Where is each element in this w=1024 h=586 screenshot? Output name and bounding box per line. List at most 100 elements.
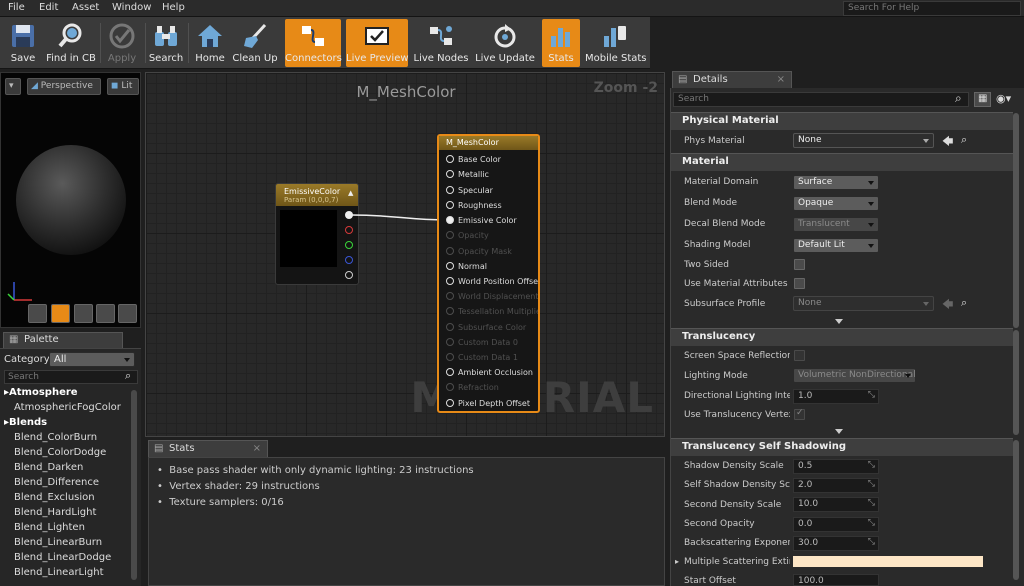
shading-model-dropdown[interactable]: Default Lit: [793, 238, 879, 253]
menu-edit[interactable]: Edit: [39, 2, 58, 13]
input-pin[interactable]: [446, 262, 454, 270]
find-in-cb-button[interactable]: Find in CB: [45, 19, 97, 67]
pin-world-position-offset[interactable]: World Position Offset: [446, 277, 538, 286]
pin-metallic[interactable]: Metallic: [446, 170, 489, 179]
input-pin[interactable]: [446, 201, 454, 209]
pin-specular[interactable]: Specular: [446, 186, 493, 195]
collapse-arrow-icon[interactable]: ▲: [348, 189, 353, 197]
list-item[interactable]: Blend_Exclusion: [14, 492, 95, 503]
input-pin[interactable]: [446, 186, 454, 194]
live-nodes-button[interactable]: Live Nodes: [413, 19, 469, 67]
lit-button[interactable]: ◼ Lit: [107, 78, 139, 95]
clean-up-button[interactable]: Clean Up: [232, 19, 278, 67]
section-translucency[interactable]: Translucency: [671, 328, 1013, 346]
list-item[interactable]: Blend_Lighten: [14, 522, 85, 533]
stats-tab[interactable]: ▤ Stats ×: [148, 440, 268, 457]
section-material[interactable]: Material: [671, 153, 1013, 171]
search-button[interactable]: Search: [147, 19, 185, 67]
expand-arrow-icon[interactable]: ▸: [675, 557, 679, 566]
list-item[interactable]: Blend_HardLight: [14, 507, 96, 518]
browse-search-icon[interactable]: ⌕: [961, 296, 967, 310]
mesh-preview-button[interactable]: [118, 304, 137, 323]
multiple-scattering-extinction-swatch[interactable]: [793, 556, 983, 567]
output-pin-rgb[interactable]: [345, 211, 353, 219]
list-item[interactable]: Blend_Difference: [14, 477, 99, 488]
list-item[interactable]: Blend_Darken: [14, 462, 83, 473]
sphere-preview-button[interactable]: [51, 304, 70, 323]
list-item[interactable]: Blend_LinearLight: [14, 567, 104, 578]
details-scrollbar[interactable]: [1013, 113, 1019, 328]
material-domain-dropdown[interactable]: Surface: [793, 175, 879, 190]
stats-button[interactable]: Stats: [542, 19, 580, 67]
input-pin[interactable]: [446, 155, 454, 163]
grid-icon: ▦: [978, 93, 988, 104]
close-icon[interactable]: ×: [777, 74, 785, 85]
two-sided-checkbox[interactable]: [794, 259, 805, 270]
output-pin-a[interactable]: [345, 271, 353, 279]
cube-preview-button[interactable]: [96, 304, 115, 323]
save-button[interactable]: Save: [3, 19, 43, 67]
palette-scrollbar[interactable]: [131, 390, 137, 580]
section-physical-material[interactable]: Physical Material: [671, 112, 1013, 130]
connectors-button[interactable]: Connectors: [285, 19, 342, 67]
pin-emissive-color[interactable]: Emissive Color: [446, 216, 517, 225]
live-update-button[interactable]: Live Update: [474, 19, 536, 67]
menu-help[interactable]: Help: [162, 2, 185, 13]
output-pin-b[interactable]: [345, 256, 353, 264]
menu-window[interactable]: Window: [112, 2, 151, 13]
use-selected-arrow-icon[interactable]: 🡄: [942, 133, 953, 152]
section-translucency-self-shadowing[interactable]: Translucency Self Shadowing: [671, 438, 1013, 456]
mobile-stats-button[interactable]: Mobile Stats: [585, 19, 647, 67]
expand-advanced-icon[interactable]: [835, 429, 843, 434]
phys-material-dropdown[interactable]: None: [793, 133, 934, 148]
viewport-options-button[interactable]: ▾: [5, 78, 21, 95]
list-item[interactable]: Blend_ColorDodge: [14, 447, 106, 458]
property-matrix-button[interactable]: ▦: [974, 92, 991, 107]
output-pin-r[interactable]: [345, 226, 353, 234]
pin-pixel-depth-offset[interactable]: Pixel Depth Offset: [446, 399, 530, 408]
pin-roughness[interactable]: Roughness: [446, 201, 502, 210]
chevron-down-icon: [868, 244, 874, 248]
pin-base-color[interactable]: Base Color: [446, 155, 501, 164]
live-preview-button[interactable]: Live Preview: [346, 19, 409, 67]
use-material-attributes-checkbox[interactable]: [794, 278, 805, 289]
palette-group-blends[interactable]: ▸Blends: [4, 417, 47, 428]
cylinder-preview-button[interactable]: [28, 304, 47, 323]
drag-handle-icon: ⤡: [867, 498, 875, 508]
list-item[interactable]: AtmosphericFogColor: [14, 402, 121, 413]
input-pin[interactable]: [446, 368, 454, 376]
help-search-input[interactable]: Search For Help: [843, 1, 1021, 16]
apply-button[interactable]: Apply: [102, 19, 142, 67]
details-tab[interactable]: ▤ Details ×: [672, 71, 792, 88]
details-scrollbar[interactable]: [1013, 440, 1019, 580]
menu-asset[interactable]: Asset: [72, 2, 99, 13]
input-pin[interactable]: [446, 277, 454, 285]
eye-icon[interactable]: ◉▾: [996, 92, 1011, 105]
list-item[interactable]: Blend_ColorBurn: [14, 432, 97, 443]
input-pin[interactable]: [446, 399, 454, 407]
palette-group-atmosphere[interactable]: ▸Atmosphere: [4, 387, 78, 398]
output-pin-g[interactable]: [345, 241, 353, 249]
material-graph[interactable]: M_MeshColor Zoom -2 MATERIAL EmissiveCol…: [145, 72, 665, 437]
details-scrollbar[interactable]: [1013, 330, 1019, 435]
menu-file[interactable]: File: [8, 2, 25, 13]
plane-preview-button[interactable]: [74, 304, 93, 323]
expand-advanced-icon[interactable]: [835, 319, 843, 324]
details-search-input[interactable]: Search: [673, 92, 969, 107]
material-output-node[interactable]: M_MeshColor Base Color Metallic Specular…: [437, 134, 540, 413]
browse-search-icon[interactable]: ⌕: [961, 133, 967, 147]
list-item[interactable]: Blend_LinearDodge: [14, 552, 111, 563]
palette-tab[interactable]: ▦ Palette: [3, 332, 123, 348]
emissive-color-param-node[interactable]: EmissiveColor Param (0,0,0,7) ▲: [275, 183, 359, 285]
blend-mode-dropdown[interactable]: Opaque: [793, 196, 879, 211]
pin-normal[interactable]: Normal: [446, 262, 487, 271]
home-button[interactable]: Home: [191, 19, 229, 67]
perspective-button[interactable]: ◢ Perspective: [27, 78, 101, 95]
input-pin[interactable]: [446, 216, 454, 224]
category-dropdown[interactable]: All: [49, 352, 135, 367]
palette-search-input[interactable]: Search: [4, 370, 138, 384]
close-icon[interactable]: ×: [253, 443, 261, 454]
input-pin[interactable]: [446, 170, 454, 178]
pin-ambient-occlusion[interactable]: Ambient Occlusion: [446, 368, 533, 377]
list-item[interactable]: Blend_LinearBurn: [14, 537, 102, 548]
